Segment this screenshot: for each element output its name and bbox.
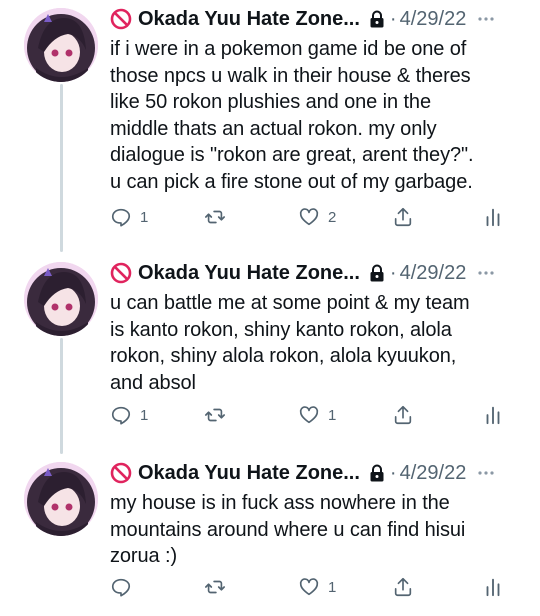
reply-button[interactable] — [110, 576, 140, 598]
reply-button[interactable]: 1 — [110, 404, 148, 426]
display-name[interactable]: Okada Yuu Hate Zone... — [138, 8, 360, 31]
like-count: 1 — [328, 406, 337, 424]
like-count: 2 — [328, 208, 337, 226]
tweet[interactable]: Okada Yuu Hate Zone... · 4/29/22 u can b… — [0, 254, 540, 454]
share-icon — [394, 577, 412, 597]
like-icon — [299, 406, 319, 424]
tweet-text: if i were in a pokemon game id be one of… — [110, 38, 474, 193]
no-entry-icon — [110, 262, 132, 284]
separator-dot: · — [389, 461, 397, 484]
reply-icon — [111, 578, 131, 597]
lock-icon — [370, 10, 384, 28]
share-button[interactable] — [392, 576, 414, 598]
like-button[interactable]: 2 — [298, 206, 336, 228]
like-icon — [299, 578, 319, 596]
analytics-icon — [486, 578, 500, 597]
display-name[interactable]: Okada Yuu Hate Zone... — [138, 462, 360, 485]
tweet-text: my house is in fuck ass nowhere in the m… — [110, 492, 466, 567]
avatar[interactable] — [24, 8, 98, 82]
no-entry-icon — [110, 8, 132, 30]
like-button[interactable]: 1 — [298, 576, 336, 598]
tweet-text: u can battle me at some point & my team … — [110, 292, 470, 394]
tweet-header: Okada Yuu Hate Zone... · 4/29/22 — [110, 4, 522, 34]
analytics-icon — [486, 406, 500, 425]
retweet-button[interactable] — [204, 206, 226, 228]
more-icon[interactable] — [476, 263, 496, 283]
tweet-actions: 1 — [110, 574, 510, 600]
like-count: 1 — [328, 578, 337, 596]
separator-dot: · — [389, 7, 397, 30]
tweet-header: Okada Yuu Hate Zone... · 4/29/22 — [110, 258, 522, 288]
share-button[interactable] — [392, 206, 414, 228]
tweet-date[interactable]: 4/29/22 — [400, 8, 467, 31]
tweet[interactable]: Okada Yuu Hate Zone... · 4/29/22 my hous… — [0, 454, 540, 616]
analytics-button[interactable] — [482, 206, 504, 228]
lock-icon — [370, 264, 384, 282]
no-entry-icon — [110, 462, 132, 484]
analytics-icon — [486, 208, 500, 227]
share-button[interactable] — [392, 404, 414, 426]
avatar[interactable] — [24, 462, 98, 536]
more-icon[interactable] — [476, 463, 496, 483]
tweet-header: Okada Yuu Hate Zone... · 4/29/22 — [110, 458, 522, 488]
tweet-actions: 1 2 — [110, 204, 510, 230]
separator-dot: · — [389, 261, 397, 284]
more-icon[interactable] — [476, 9, 496, 29]
reply-count: 1 — [140, 208, 149, 226]
tweet[interactable]: Okada Yuu Hate Zone... · 4/29/22 if i we… — [0, 0, 540, 250]
retweet-icon — [205, 210, 225, 224]
reply-icon — [111, 406, 131, 425]
tweet-actions: 1 1 — [110, 402, 510, 428]
reply-button[interactable]: 1 — [110, 206, 148, 228]
analytics-button[interactable] — [482, 576, 504, 598]
retweet-icon — [205, 408, 225, 422]
retweet-button[interactable] — [204, 404, 226, 426]
tweet-date[interactable]: 4/29/22 — [400, 462, 467, 485]
share-icon — [394, 207, 412, 227]
lock-icon — [370, 464, 384, 482]
retweet-icon — [205, 580, 225, 594]
display-name[interactable]: Okada Yuu Hate Zone... — [138, 262, 360, 285]
retweet-button[interactable] — [204, 576, 226, 598]
analytics-button[interactable] — [482, 404, 504, 426]
avatar[interactable] — [24, 262, 98, 336]
like-icon — [299, 208, 319, 226]
reply-icon — [111, 208, 131, 227]
like-button[interactable]: 1 — [298, 404, 336, 426]
share-icon — [394, 405, 412, 425]
reply-count: 1 — [140, 406, 149, 424]
tweet-date[interactable]: 4/29/22 — [400, 262, 467, 285]
